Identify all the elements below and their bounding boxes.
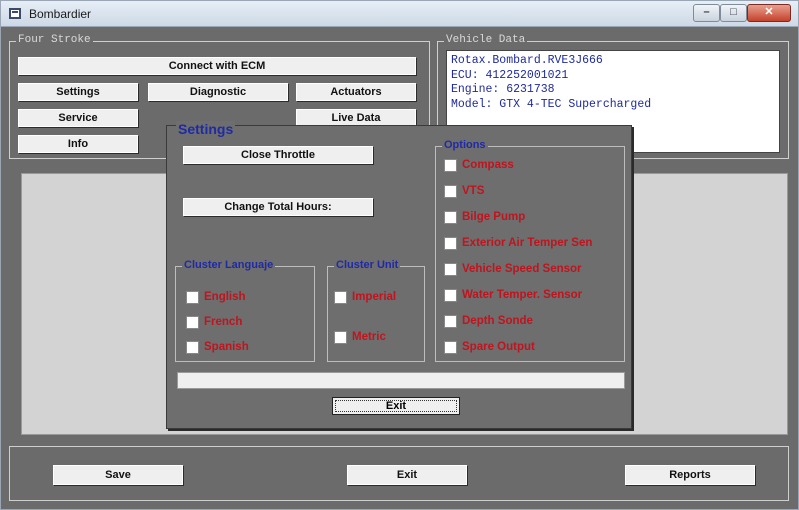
service-button[interactable]: Service [18, 109, 138, 127]
app-icon [9, 8, 21, 19]
vehicle-speed-sensor-checkbox[interactable] [444, 262, 457, 276]
vehicle-data-line: Engine: 6231738 [451, 83, 555, 96]
exterior-air-temp-checkbox[interactable] [444, 236, 457, 250]
option-row[interactable]: Spare Output [444, 339, 535, 355]
options-group: Options Compass VTS Bilge Pump Exterior … [435, 139, 625, 362]
settings-button[interactable]: Settings [18, 83, 138, 101]
compass-label: Compass [462, 159, 514, 171]
four-stroke-legend: Four Stroke [16, 34, 93, 46]
water-temp-sensor-label: Water Temper. Sensor [462, 289, 583, 301]
depth-sonde-checkbox[interactable] [444, 314, 457, 328]
bilge-pump-checkbox[interactable] [444, 210, 457, 224]
metric-checkbox[interactable] [334, 330, 347, 344]
reports-button[interactable]: Reports [625, 465, 755, 485]
hours-input[interactable] [177, 372, 625, 389]
depth-sonde-label: Depth Sonde [462, 315, 533, 327]
cluster-language-legend: Cluster Languaje [182, 259, 276, 271]
connect-ecm-button[interactable]: Connect with ECM [18, 57, 416, 75]
change-total-hours-button[interactable]: Change Total Hours: [183, 198, 373, 216]
imperial-label: Imperial [352, 291, 397, 303]
save-button[interactable]: Save [53, 465, 183, 485]
actuators-button[interactable]: Actuators [296, 83, 416, 101]
option-row[interactable]: Bilge Pump [444, 209, 525, 225]
exterior-air-temp-label: Exterior Air Temper Sen [462, 237, 593, 249]
maximize-button[interactable]: □ [720, 4, 747, 22]
exit-button[interactable]: Exit [347, 465, 467, 485]
vehicle-speed-sensor-label: Vehicle Speed Sensor [462, 263, 582, 275]
english-label: English [204, 291, 246, 303]
imperial-checkbox[interactable] [334, 290, 347, 304]
close-button[interactable]: ✕ [747, 4, 791, 22]
vts-label: VTS [462, 185, 485, 197]
option-row[interactable]: Compass [444, 157, 514, 173]
compass-checkbox[interactable] [444, 158, 457, 172]
imperial-checkbox-row[interactable]: Imperial [334, 289, 396, 305]
main-window: Bombardier – □ ✕ Four Stroke Connect wit… [0, 0, 799, 510]
spanish-checkbox-row[interactable]: Spanish [186, 339, 249, 355]
window-title: Bombardier [29, 7, 92, 21]
vehicle-data-line: Rotax.Bombard.RVE3J666 [451, 54, 603, 67]
spanish-label: Spanish [204, 341, 249, 353]
settings-dialog: Settings Close Throttle Change Total Hou… [166, 121, 632, 429]
water-temp-sensor-checkbox[interactable] [444, 288, 457, 302]
spare-output-checkbox[interactable] [444, 340, 457, 354]
cluster-unit-legend: Cluster Unit [334, 259, 401, 271]
option-row[interactable]: Exterior Air Temper Sen [444, 235, 592, 251]
options-legend: Options [442, 139, 488, 151]
option-row[interactable]: Vehicle Speed Sensor [444, 261, 582, 277]
close-throttle-button[interactable]: Close Throttle [183, 146, 373, 164]
vehicle-data-line: Model: GTX 4-TEC Supercharged [451, 97, 652, 111]
metric-label: Metric [352, 331, 386, 343]
option-row[interactable]: Water Temper. Sensor [444, 287, 582, 303]
cluster-language-group: Cluster Languaje English French Spanish [175, 259, 315, 362]
bilge-pump-label: Bilge Pump [462, 211, 526, 223]
english-checkbox[interactable] [186, 290, 199, 304]
option-row[interactable]: VTS [444, 183, 484, 199]
dialog-exit-button[interactable]: Exit [332, 397, 460, 415]
title-bar: Bombardier – □ ✕ [1, 1, 798, 27]
info-button[interactable]: Info [18, 135, 138, 153]
diagnostic-button[interactable]: Diagnostic [148, 83, 288, 101]
vehicle-data-legend: Vehicle Data [444, 34, 528, 46]
vehicle-data-line: ECU: 412252001021 [451, 68, 569, 82]
spanish-checkbox[interactable] [186, 340, 199, 354]
metric-checkbox-row[interactable]: Metric [334, 329, 386, 345]
english-checkbox-row[interactable]: English [186, 289, 246, 305]
french-checkbox-row[interactable]: French [186, 314, 242, 330]
vts-checkbox[interactable] [444, 184, 457, 198]
french-checkbox[interactable] [186, 315, 199, 329]
cluster-unit-group: Cluster Unit Imperial Metric [327, 259, 425, 362]
spare-output-label: Spare Output [462, 341, 535, 353]
french-label: French [204, 316, 243, 328]
option-row[interactable]: Depth Sonde [444, 313, 533, 329]
minimize-button[interactable]: – [693, 4, 720, 22]
settings-dialog-title: Settings [176, 121, 236, 137]
